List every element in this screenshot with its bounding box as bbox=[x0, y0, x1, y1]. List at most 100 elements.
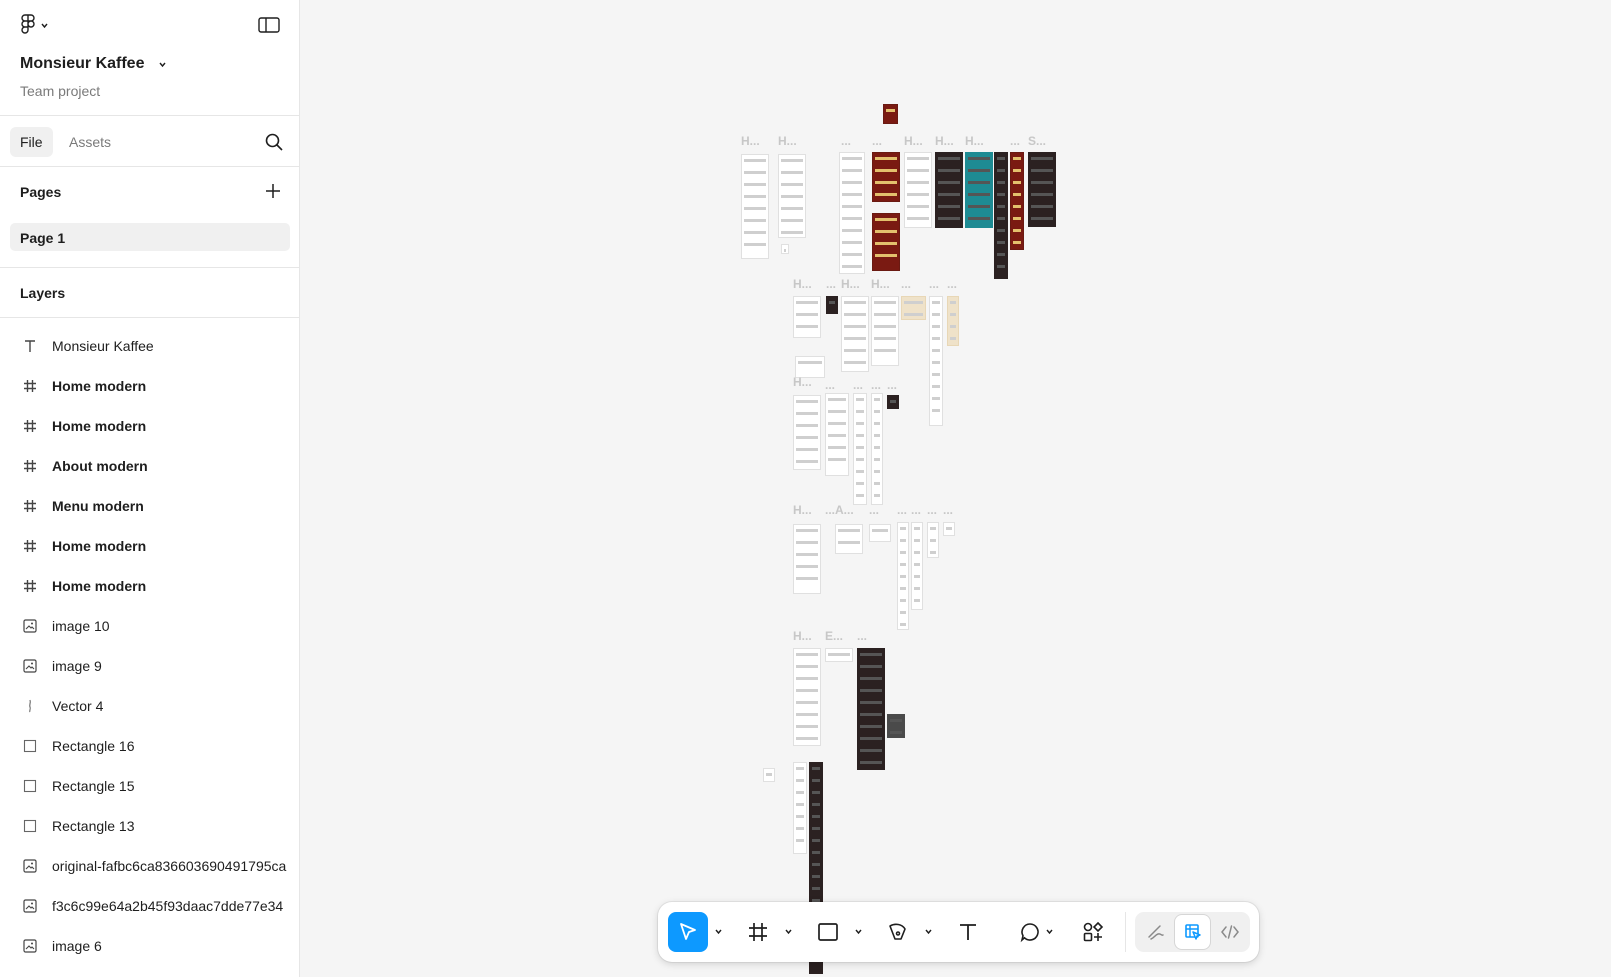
frame-name-label[interactable]: ... bbox=[869, 503, 879, 517]
canvas-frame[interactable] bbox=[911, 522, 923, 610]
canvas-frame[interactable] bbox=[857, 648, 885, 770]
frame-name-label[interactable]: ... bbox=[947, 277, 957, 291]
canvas-frame[interactable] bbox=[826, 296, 838, 314]
frame-name-label[interactable]: ... bbox=[911, 503, 921, 517]
frame-name-label[interactable]: ... bbox=[887, 378, 897, 392]
frame-name-label[interactable]: ... bbox=[872, 134, 882, 148]
pen-tool-button[interactable] bbox=[878, 912, 918, 952]
layer-row[interactable]: image 10 bbox=[0, 606, 299, 646]
canvas-frame[interactable] bbox=[741, 154, 769, 259]
actions-button[interactable] bbox=[1073, 912, 1113, 952]
add-page-button[interactable] bbox=[264, 182, 282, 200]
canvas-frame[interactable] bbox=[825, 393, 849, 476]
frame-name-label[interactable]: H... bbox=[793, 375, 812, 389]
main-menu-button[interactable] bbox=[20, 14, 49, 36]
toggle-sidebar-button[interactable] bbox=[258, 16, 282, 36]
canvas-frame[interactable] bbox=[835, 524, 863, 554]
tab-file[interactable]: File bbox=[10, 127, 53, 157]
draw-mode-button[interactable] bbox=[1138, 915, 1173, 949]
canvas-frame[interactable] bbox=[929, 296, 943, 426]
canvas-frame[interactable] bbox=[901, 296, 926, 320]
layer-row[interactable]: Menu modern bbox=[0, 486, 299, 526]
canvas-frame[interactable] bbox=[793, 296, 821, 338]
layer-row[interactable]: Home modern bbox=[0, 526, 299, 566]
search-layers-button[interactable] bbox=[264, 132, 284, 152]
canvas-frame[interactable] bbox=[887, 714, 905, 738]
canvas-frame[interactable] bbox=[871, 296, 899, 366]
canvas-frame[interactable] bbox=[839, 152, 865, 274]
design-mode-button[interactable] bbox=[1175, 915, 1210, 949]
frame-name-label[interactable]: ... bbox=[825, 378, 835, 392]
pen-tool-menu[interactable] bbox=[922, 924, 934, 938]
canvas-frame[interactable] bbox=[793, 524, 821, 594]
canvas-frame[interactable] bbox=[793, 395, 821, 470]
layer-row[interactable]: Monsieur Kaffee bbox=[0, 326, 299, 366]
layer-row[interactable]: image 6 bbox=[0, 926, 299, 966]
layer-row[interactable]: original-fafbc6ca836603690491795ca bbox=[0, 846, 299, 886]
canvas-frame[interactable] bbox=[943, 522, 955, 536]
canvas-frame[interactable] bbox=[871, 393, 883, 505]
canvas-frame[interactable] bbox=[1028, 152, 1056, 227]
canvas-frame[interactable] bbox=[763, 768, 775, 782]
frame-name-label[interactable]: H... bbox=[793, 503, 812, 517]
canvas-frame[interactable] bbox=[927, 522, 939, 558]
frame-name-label[interactable]: ...A... bbox=[825, 503, 854, 517]
frame-name-label[interactable]: ... bbox=[901, 277, 911, 291]
layer-row[interactable]: image 9 bbox=[0, 646, 299, 686]
canvas-frame[interactable] bbox=[778, 154, 806, 238]
frame-tool-menu[interactable] bbox=[782, 924, 794, 938]
design-canvas[interactable]: H... H......... H... H... H...... S... H......… bbox=[301, 0, 1611, 977]
frame-name-label[interactable]: H... bbox=[841, 277, 860, 291]
shape-tool-menu[interactable] bbox=[852, 924, 864, 938]
frame-name-label[interactable]: H... bbox=[904, 134, 923, 148]
layer-row[interactable]: Home modern bbox=[0, 366, 299, 406]
canvas-frame[interactable] bbox=[793, 648, 821, 746]
rectangle-tool-button[interactable] bbox=[808, 912, 848, 952]
canvas-frame[interactable] bbox=[887, 395, 899, 409]
canvas-frame[interactable] bbox=[869, 524, 891, 542]
canvas-frame[interactable] bbox=[781, 244, 789, 254]
frame-name-label[interactable]: ... bbox=[841, 134, 851, 148]
layer-row[interactable]: Home modern bbox=[0, 566, 299, 606]
canvas-frame[interactable] bbox=[872, 152, 900, 202]
canvas-frame[interactable] bbox=[872, 213, 900, 271]
frame-name-label[interactable]: ... bbox=[871, 378, 881, 392]
frame-name-label[interactable]: H... bbox=[793, 277, 812, 291]
canvas-frame[interactable] bbox=[897, 522, 909, 630]
canvas-frame[interactable] bbox=[825, 648, 853, 662]
frame-name-label[interactable]: H... bbox=[935, 134, 954, 148]
project-name-button[interactable]: Monsieur Kaffee bbox=[20, 55, 167, 73]
layer-row[interactable]: Vector 4 bbox=[0, 686, 299, 726]
frame-name-label[interactable]: ... bbox=[857, 629, 867, 643]
frame-name-label[interactable]: ... bbox=[1010, 134, 1020, 148]
canvas-frame[interactable] bbox=[841, 296, 869, 372]
layer-row[interactable]: Rectangle 16 bbox=[0, 726, 299, 766]
frame-name-label[interactable]: ... bbox=[897, 503, 907, 517]
page-item[interactable]: Page 1 bbox=[10, 223, 290, 251]
frame-tool-button[interactable] bbox=[738, 912, 778, 952]
layer-row[interactable]: Home modern bbox=[0, 406, 299, 446]
canvas-frame[interactable] bbox=[904, 152, 932, 228]
frame-name-label[interactable]: H... bbox=[778, 134, 797, 148]
layer-row[interactable]: f3c6c99e64a2b45f93daac7dde77e34 bbox=[0, 886, 299, 926]
tab-assets[interactable]: Assets bbox=[59, 127, 121, 157]
frame-name-label[interactable]: H... bbox=[793, 629, 812, 643]
frame-name-label[interactable]: E... bbox=[825, 629, 843, 643]
frame-name-label[interactable]: ... bbox=[927, 503, 937, 517]
canvas-frame[interactable] bbox=[793, 762, 807, 854]
canvas-frame[interactable] bbox=[1010, 152, 1024, 250]
canvas-frame[interactable] bbox=[853, 393, 867, 505]
canvas-frame[interactable] bbox=[883, 104, 898, 124]
layer-row[interactable]: Rectangle 13 bbox=[0, 806, 299, 846]
canvas-frame[interactable] bbox=[965, 152, 993, 228]
frame-name-label[interactable]: S... bbox=[1028, 134, 1046, 148]
text-tool-button[interactable] bbox=[948, 912, 988, 952]
canvas-frame[interactable] bbox=[935, 152, 963, 228]
canvas-frame[interactable] bbox=[994, 152, 1008, 279]
frame-name-label[interactable]: H... bbox=[741, 134, 760, 148]
move-tool-menu[interactable] bbox=[712, 924, 724, 938]
frame-name-label[interactable]: H... bbox=[965, 134, 984, 148]
frame-name-label[interactable]: ... bbox=[943, 503, 953, 517]
canvas-frame[interactable] bbox=[947, 296, 959, 346]
frame-name-label[interactable]: ... bbox=[929, 277, 939, 291]
